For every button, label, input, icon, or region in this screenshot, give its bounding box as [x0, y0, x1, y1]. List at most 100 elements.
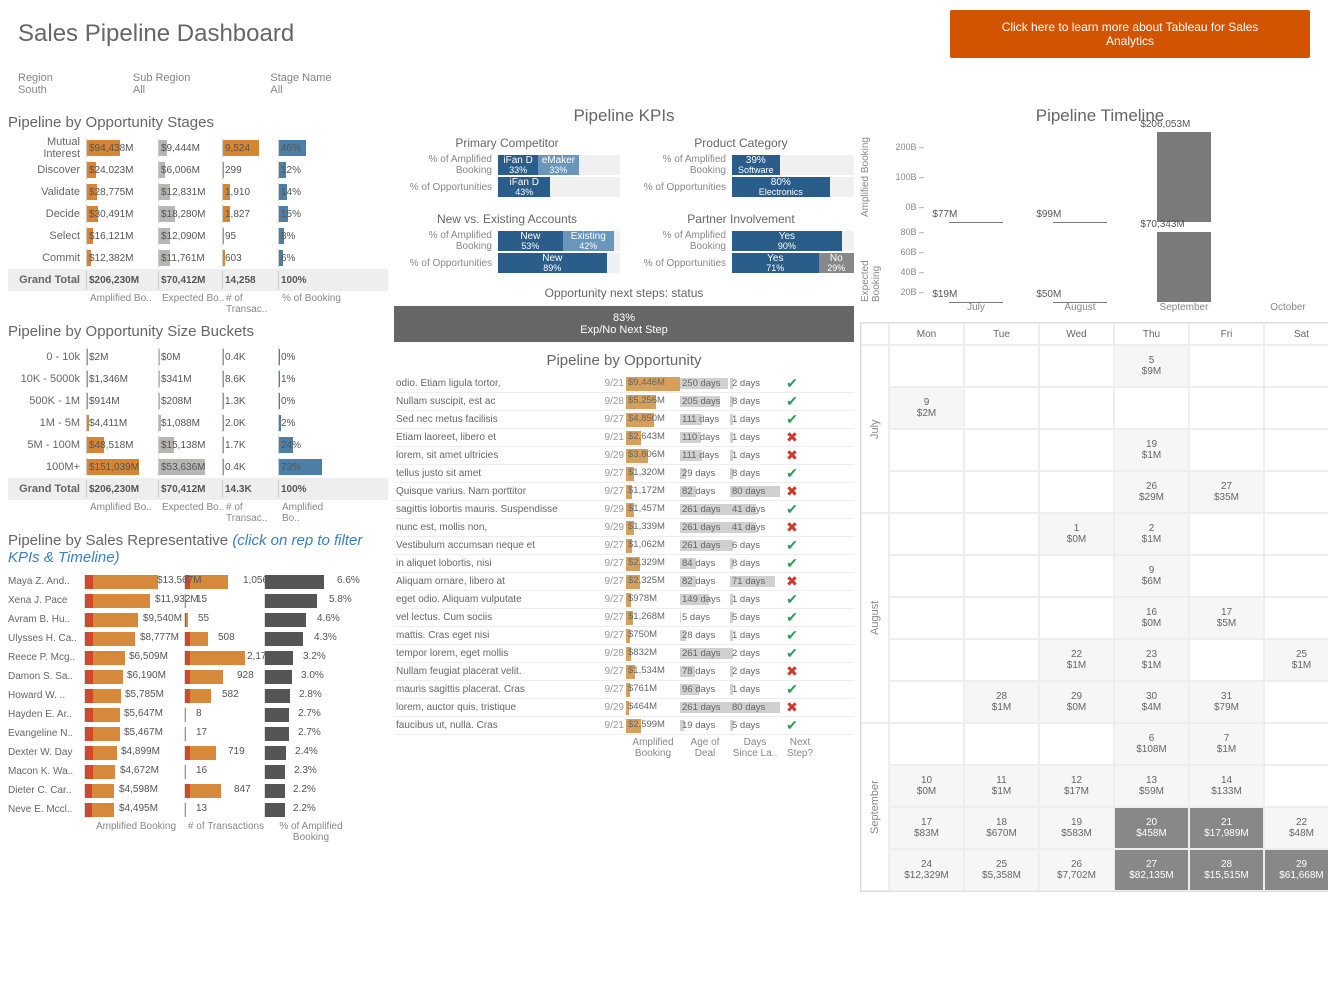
cal-cell — [889, 597, 964, 639]
cal-cell — [1264, 681, 1328, 723]
cal-cell[interactable]: 5$9M — [1114, 345, 1189, 387]
cal-cell — [964, 723, 1039, 765]
cal-cell[interactable]: 13$59M — [1114, 765, 1189, 807]
filter-stage[interactable]: Stage NameAll — [270, 72, 331, 96]
table-row[interactable]: Validate$28,775M$12,831M1,91014% — [8, 181, 388, 203]
cal-cell[interactable]: 12$17M — [1039, 765, 1114, 807]
cal-cell[interactable]: 28$15,515M — [1189, 849, 1264, 891]
opp-row[interactable]: eget odio. Aliquam vulputate9/27$978M149… — [394, 591, 854, 609]
cal-cell[interactable]: 19$583M — [1039, 807, 1114, 849]
cal-cell[interactable]: 30$4M — [1114, 681, 1189, 723]
cal-cell[interactable]: 9$2M — [889, 387, 964, 429]
rep-row[interactable]: Avram B. Hu..$9,540M554.6% — [8, 610, 388, 629]
cal-cell[interactable]: 9$6M — [1114, 555, 1189, 597]
table-row[interactable]: 10K - 5000k$1,346M$341M8.6K1% — [8, 368, 388, 390]
opp-row[interactable]: Sed nec metus facilisis9/27$4,850M111 da… — [394, 411, 854, 429]
opp-row[interactable]: Quisque varius. Nam porttitor9/27$1,172M… — [394, 483, 854, 501]
cal-cell — [1189, 387, 1264, 429]
cal-cell — [1264, 429, 1328, 471]
col: Amplified Bo.. — [282, 502, 342, 524]
opp-row[interactable]: Etiam laoreet, libero et9/21$2,643M110 d… — [394, 429, 854, 447]
table-row[interactable]: 500K - 1M$914M$208M1.3K0% — [8, 390, 388, 412]
cal-cell[interactable]: 28$1M — [964, 681, 1039, 723]
cta-link[interactable]: Click here to learn more about Tableau f… — [950, 10, 1310, 58]
cal-cell[interactable]: 26$7,702M — [1039, 849, 1114, 891]
cal-cell[interactable]: 17$83M — [889, 807, 964, 849]
cal-cell[interactable]: 1$0M — [1039, 513, 1114, 555]
rep-row[interactable]: Dexter W. Day$4,899M7192.4% — [8, 743, 388, 762]
opp-row[interactable]: Aliquam ornare, libero at9/27$2,325M82 d… — [394, 573, 854, 591]
cal-cell[interactable]: 22$1M — [1039, 639, 1114, 681]
cal-cell[interactable]: 6$108M — [1114, 723, 1189, 765]
opp-row[interactable]: odio. Etiam ligula tortor,9/21$9,446M250… — [394, 375, 854, 393]
filter-subregion[interactable]: Sub RegionAll — [133, 72, 191, 96]
cal-cell[interactable]: 25$5,358M — [964, 849, 1039, 891]
cal-cell[interactable]: 17$5M — [1189, 597, 1264, 639]
cal-cell[interactable]: 11$1M — [964, 765, 1039, 807]
cal-cell[interactable]: 27$82,135M — [1114, 849, 1189, 891]
rep-row[interactable]: Hayden E. Ar..$5,647M82.7% — [8, 705, 388, 724]
rep-row[interactable]: Neve E. Mccl..$4,495M132.2% — [8, 800, 388, 819]
opp-row[interactable]: lorem, auctor quis, tristique9/29$464M26… — [394, 699, 854, 717]
col: Amplified Booking — [86, 821, 186, 843]
opp-row[interactable]: mattis. Cras eget nisi9/27$750M28 days1 … — [394, 627, 854, 645]
rep-row[interactable]: Macon K. Wa..$4,672M162.3% — [8, 762, 388, 781]
cal-cell[interactable]: 26$29M — [1114, 471, 1189, 513]
cal-cell — [1114, 387, 1189, 429]
rep-row[interactable]: Evangeline N..$5,467M172.7% — [8, 724, 388, 743]
cal-cell[interactable]: 23$1M — [1114, 639, 1189, 681]
cal-cell[interactable]: 16$0M — [1114, 597, 1189, 639]
opp-row[interactable]: tempor lorem, eget mollis9/28$832M261 da… — [394, 645, 854, 663]
cal-cell — [964, 555, 1039, 597]
cal-cell[interactable]: 29$0M — [1039, 681, 1114, 723]
rep-row[interactable]: Reece P. Mcg..$6,509M2,1753.2% — [8, 648, 388, 667]
cal-cell[interactable]: 31$79M — [1189, 681, 1264, 723]
opp-row[interactable]: tellus justo sit amet9/27$1,320M29 days8… — [394, 465, 854, 483]
opp-row[interactable]: vel lectus. Cum sociis9/27$1,268M5 days5… — [394, 609, 854, 627]
rep-row[interactable]: Maya Z. And..$13,567M1,0566.6% — [8, 572, 388, 591]
cal-cell[interactable]: 2$1M — [1114, 513, 1189, 555]
opp-row[interactable]: lorem, sit amet ultricies9/29$3,806M111 … — [394, 447, 854, 465]
cal-cell[interactable]: 10$0M — [889, 765, 964, 807]
rep-row[interactable]: Dieter C. Car..$4,598M8472.2% — [8, 781, 388, 800]
table-row[interactable]: Commit$12,382M$11,761M6036% — [8, 247, 388, 269]
rep-row[interactable]: Ulysses H. Ca..$8,777M5084.3% — [8, 629, 388, 648]
table-row[interactable]: 1M - 5M$4,411M$1,088M2.0K2% — [8, 412, 388, 434]
opp-row[interactable]: in aliquet lobortis, nisi9/27$2,329M84 d… — [394, 555, 854, 573]
timeline-bar[interactable] — [1157, 132, 1211, 222]
grand-total-row: Grand Total$206,230M$70,412M14.3K100% — [8, 478, 388, 500]
rep-row[interactable]: Xena J. Pace$11,932M155.8% — [8, 591, 388, 610]
rep-row[interactable]: Howard W. ..$5,785M5822.8% — [8, 686, 388, 705]
check-icon: ✔ — [780, 717, 804, 734]
cal-cell[interactable]: 25$1M — [1264, 639, 1328, 681]
rep-row[interactable]: Damon S. Sa..$6,190M9283.0% — [8, 667, 388, 686]
opp-row[interactable]: faucibus ut, nulla. Cras9/21$2,599M19 da… — [394, 717, 854, 735]
table-row[interactable]: 0 - 10k$2M$0M0.4K0% — [8, 346, 388, 368]
cal-cell[interactable]: 18$670M — [964, 807, 1039, 849]
cal-cell[interactable]: 24$12,329M — [889, 849, 964, 891]
cal-cell[interactable]: 21$17,989M — [1189, 807, 1264, 849]
opp-row[interactable]: Nullam feugiat placerat velit.9/27$1,534… — [394, 663, 854, 681]
table-row[interactable]: Mutual Interest$94,438M$9,444M9,52446% — [8, 137, 388, 159]
table-row[interactable]: Select$16,121M$12,090M958% — [8, 225, 388, 247]
cal-cell[interactable]: 7$1M — [1189, 723, 1264, 765]
cal-cell[interactable]: 22$48M — [1264, 807, 1328, 849]
filter-region[interactable]: RegionSouth — [18, 72, 53, 96]
cal-cell[interactable]: 19$1M — [1114, 429, 1189, 471]
cal-cell[interactable]: 20$458M — [1114, 807, 1189, 849]
opp-row[interactable]: nunc est, mollis non,9/29$1,339M261 days… — [394, 519, 854, 537]
cal-cell[interactable]: 14$133M — [1189, 765, 1264, 807]
timeline-bar[interactable] — [1157, 232, 1211, 302]
opp-row[interactable]: Nullam suscipit, est ac9/28$5,256M205 da… — [394, 393, 854, 411]
cal-cell[interactable]: 29$61,668M — [1264, 849, 1328, 891]
table-row[interactable]: Decide$30,491M$18,280M1,82715% — [8, 203, 388, 225]
table-row[interactable]: 5M - 100M$48,518M$15,138M1.7K24% — [8, 434, 388, 456]
kpi-row: % of Amplified BookingiFan D33%eMaker33% — [394, 154, 620, 176]
opp-row[interactable]: mauris sagittis placerat. Cras9/27$761M9… — [394, 681, 854, 699]
opp-row[interactable]: Vestibulum accumsan neque et9/27$1,062M2… — [394, 537, 854, 555]
table-row[interactable]: 100M+$151,039M$53,636M0.4K73% — [8, 456, 388, 478]
calendar[interactable]: MonTueWedThuFriSatJuly5$9M9$2M19$1M26$29… — [860, 322, 1328, 892]
opp-row[interactable]: sagittis lobortis mauris. Suspendisse9/2… — [394, 501, 854, 519]
cal-cell[interactable]: 27$35M — [1189, 471, 1264, 513]
table-row[interactable]: Discover$24,023M$6,006M29912% — [8, 159, 388, 181]
